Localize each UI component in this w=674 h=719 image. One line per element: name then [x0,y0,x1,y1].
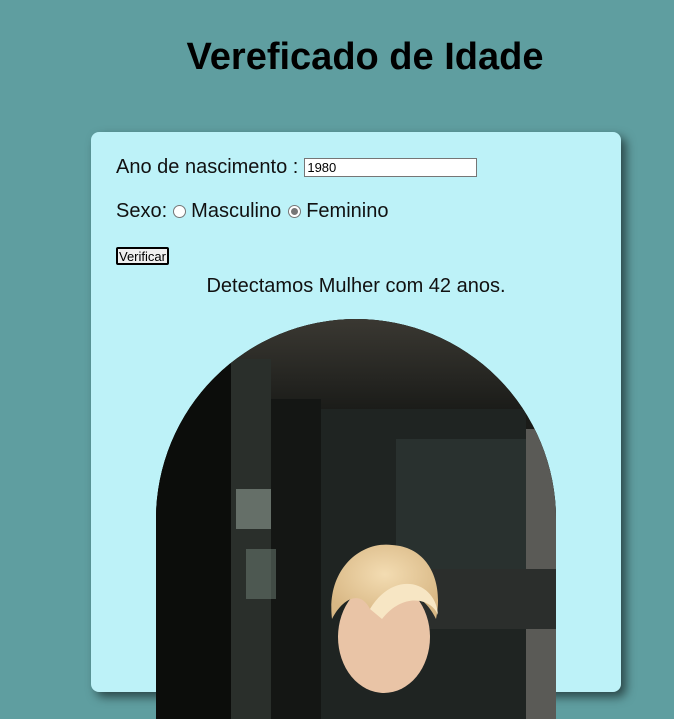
sex-label: Sexo: [116,200,168,222]
birth-year-input[interactable] [304,158,478,177]
birth-year-row: Ano de nascimento : [116,156,478,179]
verify-button[interactable]: Verificar [116,247,169,265]
sex-row: Sexo: Masculino Feminino [116,200,389,223]
radio-feminino[interactable] [288,205,302,218]
portrait-image [156,319,556,719]
portrait-photo [156,319,556,719]
age-check-panel: Ano de nascimento : Sexo: Masculino Femi… [91,132,621,719]
radio-feminino-label: Feminino [306,200,389,222]
page-title: Vereficado de Idade [186,36,544,78]
birth-year-label: Ano de nascimento : [116,156,299,178]
radio-masculino[interactable] [173,205,187,218]
result-text: Detectamos Mulher com 42 anos. [206,275,506,297]
radio-masculino-label: Masculino [191,200,282,222]
